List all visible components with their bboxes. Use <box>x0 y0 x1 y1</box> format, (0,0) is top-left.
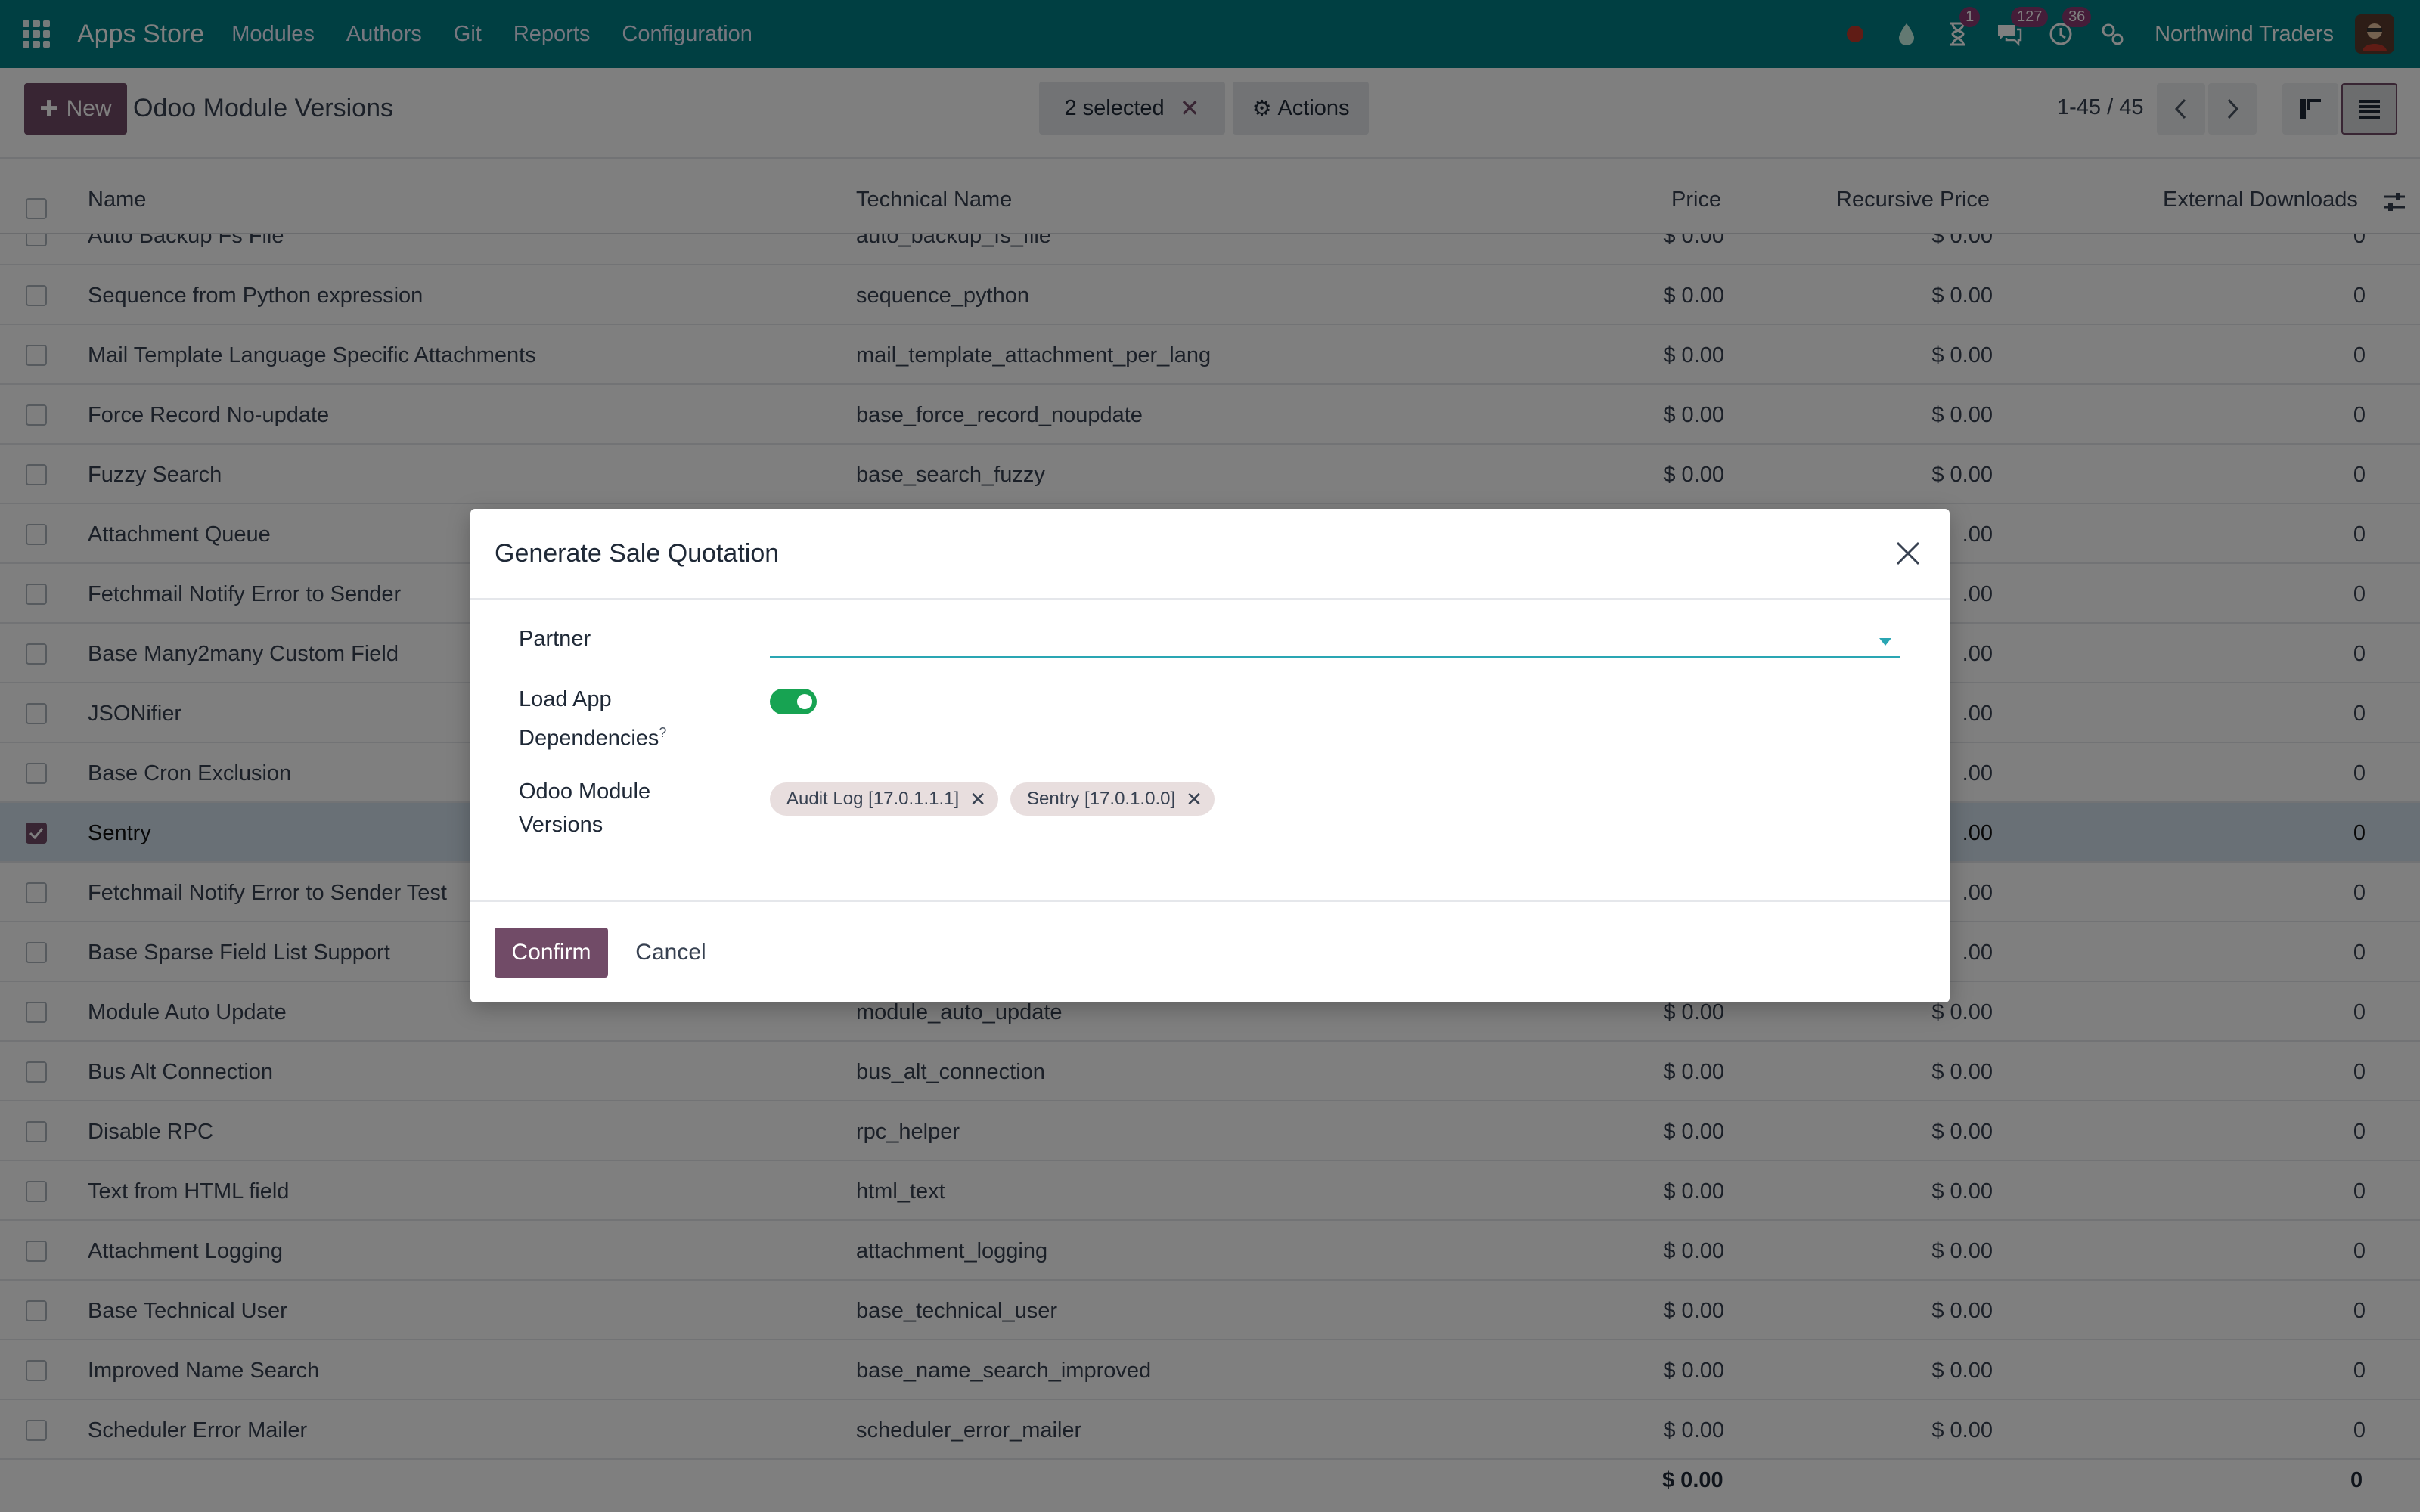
partner-field[interactable] <box>770 621 1900 658</box>
load-dependencies-label: Load App Dependencies? <box>519 683 666 755</box>
remove-tag-icon[interactable]: ✕ <box>970 788 986 811</box>
module-versions-label-line1: Odoo Module <box>519 779 651 804</box>
modal-footer: Confirm Cancel <box>470 900 1950 1002</box>
generate-sale-quotation-dialog: Generate Sale Quotation Partner Load App… <box>470 509 1950 1002</box>
caret-down-icon <box>1879 638 1891 646</box>
load-dependencies-label-line2: Dependencies <box>519 726 659 751</box>
remove-tag-icon[interactable]: ✕ <box>1186 788 1202 811</box>
close-icon[interactable] <box>1889 534 1927 572</box>
confirm-button[interactable]: Confirm <box>495 928 608 978</box>
load-dependencies-label-line1: Load App <box>519 687 612 711</box>
cancel-button[interactable]: Cancel <box>629 928 712 978</box>
modal-header: Generate Sale Quotation <box>470 509 1950 600</box>
load-dependencies-toggle[interactable] <box>770 689 817 714</box>
tag-sentry: Sentry [17.0.1.0.0] ✕ <box>1010 782 1215 816</box>
help-tooltip-icon[interactable]: ? <box>659 725 666 740</box>
toggle-knob <box>797 694 812 709</box>
partner-label: Partner <box>519 627 591 651</box>
modal-title: Generate Sale Quotation <box>495 539 780 568</box>
tag-label: Sentry [17.0.1.0.0] <box>1027 789 1176 809</box>
tag-audit-log: Audit Log [17.0.1.1.1] ✕ <box>770 782 998 816</box>
module-versions-label: Odoo Module Versions <box>519 775 650 841</box>
module-versions-label-line2: Versions <box>519 813 603 837</box>
tag-label: Audit Log [17.0.1.1.1] <box>786 789 960 809</box>
